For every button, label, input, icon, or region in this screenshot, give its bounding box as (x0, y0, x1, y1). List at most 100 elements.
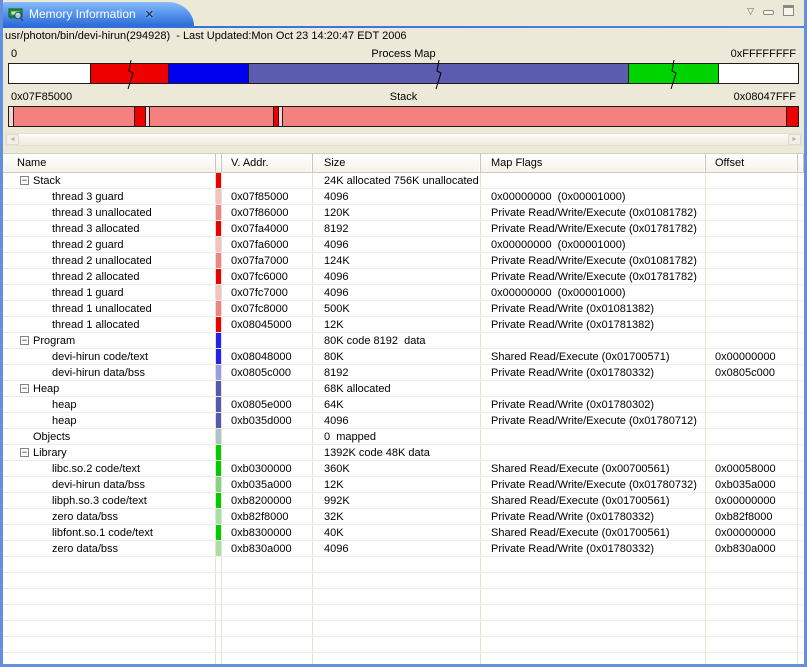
row-spacer (798, 605, 804, 620)
tree-expander-icon[interactable]: − (20, 448, 29, 457)
process-map-end-address: 0xFFFFFFFF (731, 48, 796, 60)
row-label: devi-hirun code/text (52, 351, 148, 363)
table-row[interactable]: Objects 0 mapped (3, 429, 804, 445)
row-size: 24K allocated 756K unallocated (313, 173, 481, 188)
row-vaddr: 0x07fc7000 (222, 285, 313, 300)
memory-segment[interactable] (628, 64, 718, 83)
row-vaddr: 0xb82f8000 (222, 509, 313, 524)
table-row[interactable]: libph.so.3 code/text 0xb8200000 992K Sha… (3, 493, 804, 509)
table-row[interactable]: thread 2 guard 0x07fa6000 4096 0x0000000… (3, 237, 804, 253)
column-header-size[interactable]: Size (313, 154, 481, 172)
table-row[interactable]: − Program 80K code 8192 data (3, 333, 804, 349)
row-name-cell: zero data/bss (3, 541, 216, 556)
row-offset (706, 653, 798, 664)
memory-segment[interactable] (168, 64, 248, 83)
table-row[interactable]: zero data/bss 0xb82f8000 32K Private Rea… (3, 509, 804, 525)
memory-segment[interactable] (134, 107, 144, 126)
memory-segment[interactable] (149, 107, 274, 126)
memory-type-swatch (216, 189, 221, 204)
view-menu-icon[interactable]: ▽ (747, 6, 754, 16)
table-row[interactable]: thread 1 allocated 0x08045000 12K Privat… (3, 317, 804, 333)
row-name-cell: Objects (3, 429, 216, 444)
row-spacer (798, 333, 804, 348)
memory-segment[interactable] (248, 64, 628, 83)
row-mapflags (481, 637, 706, 652)
row-offset (706, 189, 798, 204)
column-header-name[interactable]: Name (3, 154, 216, 172)
close-icon[interactable]: ✕ (145, 8, 154, 21)
row-spacer (798, 413, 804, 428)
tree-expander-icon[interactable]: − (20, 384, 29, 393)
memory-type-swatch (216, 413, 221, 428)
table-row[interactable]: heap 0xb035d000 4096 Private Read/Write/… (3, 413, 804, 429)
tab-memory-information[interactable]: Memory Information ✕ (3, 2, 164, 26)
table-row[interactable]: devi-hirun data/bss 0x0805c000 8192 Priv… (3, 365, 804, 381)
row-name-cell: thread 2 allocated (3, 269, 216, 284)
column-header-offset[interactable]: Offset (706, 154, 798, 172)
row-offset (706, 333, 798, 348)
memory-segment[interactable] (718, 64, 798, 83)
row-offset: 0x00058000 (706, 461, 798, 476)
table-row[interactable]: − Library 1392K code 48K data (3, 445, 804, 461)
minimize-icon[interactable] (763, 10, 774, 15)
scroll-left-icon[interactable]: ◄ (6, 134, 19, 145)
table-row[interactable]: libfont.so.1 code/text 0xb8300000 40K Sh… (3, 525, 804, 541)
table-row[interactable]: − Stack 24K allocated 756K unallocated (3, 173, 804, 189)
row-size: 4096 (313, 285, 481, 300)
process-map-bar[interactable] (8, 63, 799, 84)
row-size: 40K (313, 525, 481, 540)
memory-segment[interactable] (9, 64, 90, 83)
row-vaddr: 0x07fa6000 (222, 237, 313, 252)
table-row[interactable]: thread 2 allocated 0x07fc6000 4096 Priva… (3, 269, 804, 285)
row-mapflags: Private Read/Write (0x01081382) (481, 301, 706, 316)
memory-information-icon (8, 6, 24, 22)
row-name-cell: − Library (3, 445, 216, 460)
row-label: thread 1 guard (52, 287, 124, 299)
memory-type-swatch (216, 365, 221, 380)
row-vaddr: 0x07f85000 (222, 189, 313, 204)
memory-segment[interactable] (282, 107, 786, 126)
column-header-mapflags[interactable]: Map Flags (481, 154, 706, 172)
row-label: Library (33, 447, 67, 459)
table-row[interactable]: thread 3 allocated 0x07fa4000 8192 Priva… (3, 221, 804, 237)
row-vaddr: 0x0805e000 (222, 397, 313, 412)
row-vaddr: 0x07fa7000 (222, 253, 313, 268)
maximize-icon[interactable] (783, 5, 794, 16)
table-row[interactable]: devi-hirun data/bss 0xb035a000 12K Priva… (3, 477, 804, 493)
table-row[interactable]: thread 3 guard 0x07f85000 4096 0x0000000… (3, 189, 804, 205)
table-row[interactable]: heap 0x0805e000 64K Private Read/Write (… (3, 397, 804, 413)
row-spacer (798, 301, 804, 316)
table-row[interactable]: zero data/bss 0xb830a000 4096 Private Re… (3, 541, 804, 557)
row-size (313, 637, 481, 652)
table-row[interactable]: devi-hirun code/text 0x08048000 80K Shar… (3, 349, 804, 365)
row-offset (706, 253, 798, 268)
row-spacer (798, 285, 804, 300)
row-size: 4096 (313, 237, 481, 252)
row-spacer (798, 429, 804, 444)
row-offset: 0xb830a000 (706, 541, 798, 556)
stack-map-bar[interactable] (8, 106, 799, 127)
table-row[interactable]: libc.so.2 code/text 0xb0300000 360K Shar… (3, 461, 804, 477)
row-vaddr: 0x0805c000 (222, 365, 313, 380)
row-vaddr: 0x07fc8000 (222, 301, 313, 316)
row-offset (706, 205, 798, 220)
row-name-cell: libc.so.2 code/text (3, 461, 216, 476)
memory-segment[interactable] (13, 107, 135, 126)
tree-expander-icon[interactable]: − (20, 176, 29, 185)
row-offset (706, 589, 798, 604)
table-row[interactable]: thread 1 unallocated 0x07fc8000 500K Pri… (3, 301, 804, 317)
table-row[interactable]: − Heap 68K allocated (3, 381, 804, 397)
tree-expander-icon[interactable]: − (20, 336, 29, 345)
memory-segment[interactable] (786, 107, 798, 126)
horizontal-scrollbar[interactable]: ◄ ► (5, 133, 802, 146)
row-name-cell (3, 557, 216, 572)
row-label: heap (52, 415, 76, 427)
table-row[interactable]: thread 1 guard 0x07fc7000 4096 0x0000000… (3, 285, 804, 301)
table-row[interactable]: thread 2 unallocated 0x07fa7000 124K Pri… (3, 253, 804, 269)
memory-segment[interactable] (90, 64, 168, 83)
row-mapflags (481, 605, 706, 620)
table-row[interactable]: thread 3 unallocated 0x07f86000 120K Pri… (3, 205, 804, 221)
memory-type-swatch (216, 317, 221, 332)
column-header-vaddr[interactable]: V. Addr. (222, 154, 313, 172)
scroll-right-icon[interactable]: ► (788, 134, 801, 145)
